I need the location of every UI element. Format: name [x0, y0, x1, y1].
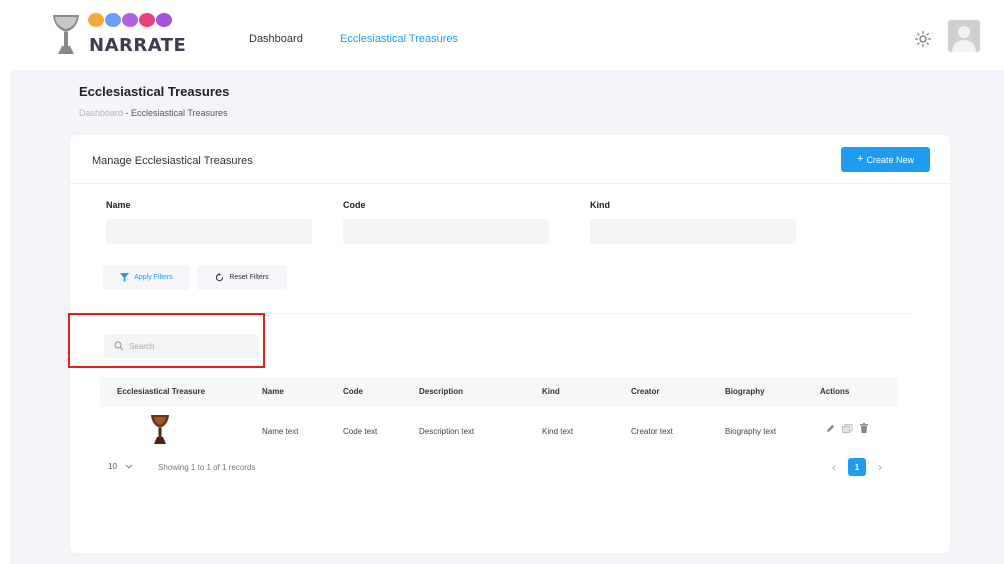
breadcrumb: Dashboard - Ecclesiastical Treasures: [79, 108, 228, 118]
copy-icon[interactable]: [842, 423, 853, 433]
breadcrumb-separator: -: [123, 108, 132, 118]
logo-dot: [156, 13, 172, 27]
divider: [70, 183, 950, 184]
logo-dot: [105, 13, 121, 27]
search-input[interactable]: [129, 341, 239, 351]
page-size-value: 10: [108, 462, 117, 471]
page-size-select[interactable]: 10: [108, 462, 133, 471]
col-name[interactable]: Name: [262, 387, 284, 396]
col-creator[interactable]: Creator: [631, 387, 659, 396]
reset-icon: [216, 273, 224, 282]
chalice-icon: [53, 15, 79, 54]
brand-name[interactable]: NARRATE: [89, 35, 186, 56]
col-actions: Actions: [820, 387, 850, 396]
top-navbar: NARRATE Dashboard Ecclesiastical Treasur…: [0, 0, 1004, 70]
col-code[interactable]: Code: [343, 387, 363, 396]
user-avatar[interactable]: [948, 20, 980, 52]
reset-filters-label: Reset Filters: [229, 274, 269, 281]
row-actions: [826, 423, 868, 433]
col-biography[interactable]: Biography: [725, 387, 765, 396]
filter-kind-input[interactable]: [590, 219, 796, 244]
logo-dot: [88, 13, 104, 27]
filter-code-input[interactable]: [343, 219, 549, 244]
edit-icon[interactable]: [826, 424, 835, 433]
filter-name-label: Name: [106, 200, 131, 210]
row-name: Name text: [262, 427, 299, 436]
sun-icon[interactable]: [914, 30, 932, 48]
col-ecclesiastical-treasure[interactable]: Ecclesiastical Treasure: [117, 387, 205, 396]
chevron-left-icon[interactable]: ‹: [828, 460, 840, 474]
row-code: Code text: [343, 427, 378, 436]
search-box[interactable]: [104, 334, 258, 358]
breadcrumb-root[interactable]: Dashboard: [79, 108, 123, 118]
brand-logo-dots: [88, 13, 172, 27]
col-description[interactable]: Description: [419, 387, 463, 396]
breadcrumb-current: Ecclesiastical Treasures: [131, 108, 228, 118]
nav-dashboard[interactable]: Dashboard: [249, 33, 303, 45]
records-summary: Showing 1 to 1 of 1 records: [158, 463, 256, 472]
apply-filters-button[interactable]: Apply Filters: [103, 265, 190, 290]
card-title: Manage Ecclesiastical Treasures: [92, 155, 253, 167]
create-new-label: Create New: [866, 154, 914, 165]
page-number-current[interactable]: 1: [848, 458, 866, 476]
filter-name-input[interactable]: [106, 219, 312, 244]
filter-code-label: Code: [343, 200, 366, 210]
pagination: ‹ 1 ›: [828, 458, 886, 476]
page-title: Ecclesiastical Treasures: [79, 84, 230, 99]
chevron-down-icon: [125, 464, 133, 469]
create-new-button[interactable]: + Create New: [841, 147, 930, 172]
apply-filters-label: Apply Filters: [134, 274, 173, 281]
logo-dot: [139, 13, 155, 27]
filter-icon: [120, 273, 130, 282]
chevron-right-icon[interactable]: ›: [874, 460, 886, 474]
delete-icon[interactable]: [860, 423, 868, 433]
row-biography: Biography text: [725, 427, 777, 436]
plus-icon: +: [857, 153, 864, 165]
chalice-thumbnail: [151, 415, 169, 444]
table-header: [100, 377, 898, 407]
nav-ecclesiastical-treasures[interactable]: Ecclesiastical Treasures: [340, 33, 458, 45]
reset-filters-button[interactable]: Reset Filters: [197, 265, 287, 290]
row-creator: Creator text: [631, 427, 673, 436]
search-icon: [114, 341, 124, 351]
filter-kind-label: Kind: [590, 200, 610, 210]
logo-dot: [122, 13, 138, 27]
row-kind: Kind text: [542, 427, 574, 436]
row-description: Description text: [419, 427, 475, 436]
user-silhouette-icon: [952, 26, 976, 52]
col-kind[interactable]: Kind: [542, 387, 560, 396]
